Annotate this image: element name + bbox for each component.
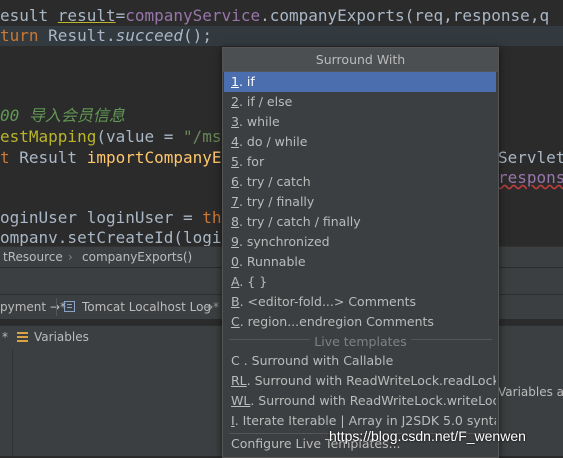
surround-option-try-catch-finally[interactable]: 8. try / catch / finally	[224, 212, 496, 232]
code-line-2: turn Result.succeed();	[0, 26, 212, 45]
surround-option-region[interactable]: C. region...endregion Comments	[224, 312, 496, 332]
collapse-icon[interactable]: *	[2, 326, 8, 349]
template-option-readlock[interactable]: RL. Surround with ReadWriteLock.readLock	[224, 371, 496, 391]
tab-divider	[56, 298, 57, 316]
code-line-5-right: Servlet	[498, 148, 563, 167]
surround-option-if[interactable]: 1. if	[224, 72, 496, 92]
surround-option-while[interactable]: 3. while	[224, 112, 496, 132]
code-line-3: 00 导入会员信息	[0, 106, 125, 125]
tab-tomcat-localhost-log[interactable]: Tomcat Localhost Log	[82, 295, 211, 319]
variables-hint: Variables a	[498, 385, 563, 399]
template-option-writelock[interactable]: WL. Surround with ReadWriteLock.writeLoc…	[224, 391, 496, 411]
surround-option-try-catch[interactable]: 6. try / catch	[224, 172, 496, 192]
code-line-7: oginUser loginUser = th	[0, 208, 222, 227]
watermark-text: https://blog.csdn.net/F_wenwen	[329, 428, 526, 444]
surround-option-try-finally[interactable]: 7. try / finally	[224, 192, 496, 212]
breadcrumb-item-class[interactable]: tResource	[3, 247, 63, 267]
code-line-4: estMapping(value = "/ms	[0, 127, 222, 146]
code-line-1: esult result=companyService.companyExpor…	[0, 6, 550, 25]
template-option-callable[interactable]: C . Surround with Callable	[224, 351, 496, 371]
surround-option-do-while[interactable]: 4. do / while	[224, 132, 496, 152]
left-gutter	[0, 349, 13, 456]
surround-option-editor-fold[interactable]: B. <editor-fold...> Comments	[224, 292, 496, 312]
surround-option-for[interactable]: 5. for	[224, 152, 496, 172]
code-line-6-right: respons	[498, 168, 563, 187]
variables-title: Variables	[34, 330, 89, 344]
code-line-5: t Result importCompanyE	[0, 148, 222, 167]
surround-option-synchronized[interactable]: 9. synchronized	[224, 232, 496, 252]
surround-option-braces[interactable]: A. { }	[224, 272, 496, 292]
surround-option-if-else[interactable]: 2. if / else	[224, 92, 496, 112]
pin-tab-icon[interactable]: →*	[203, 295, 219, 319]
breadcrumb-separator-icon: ›	[68, 250, 73, 264]
breadcrumb-item-method[interactable]: companyExports()	[82, 247, 192, 267]
surround-with-popup: Surround With 1. if 2. if / else 3. whil…	[222, 47, 499, 458]
code-line-8: ompanv.setCreateId(logi	[0, 228, 222, 246]
live-templates-header: Live templates	[223, 333, 498, 351]
variables-icon	[17, 332, 28, 343]
popup-title: Surround With	[223, 48, 498, 72]
surround-option-runnable[interactable]: 0. Runnable	[224, 252, 496, 272]
log-icon	[64, 301, 75, 312]
